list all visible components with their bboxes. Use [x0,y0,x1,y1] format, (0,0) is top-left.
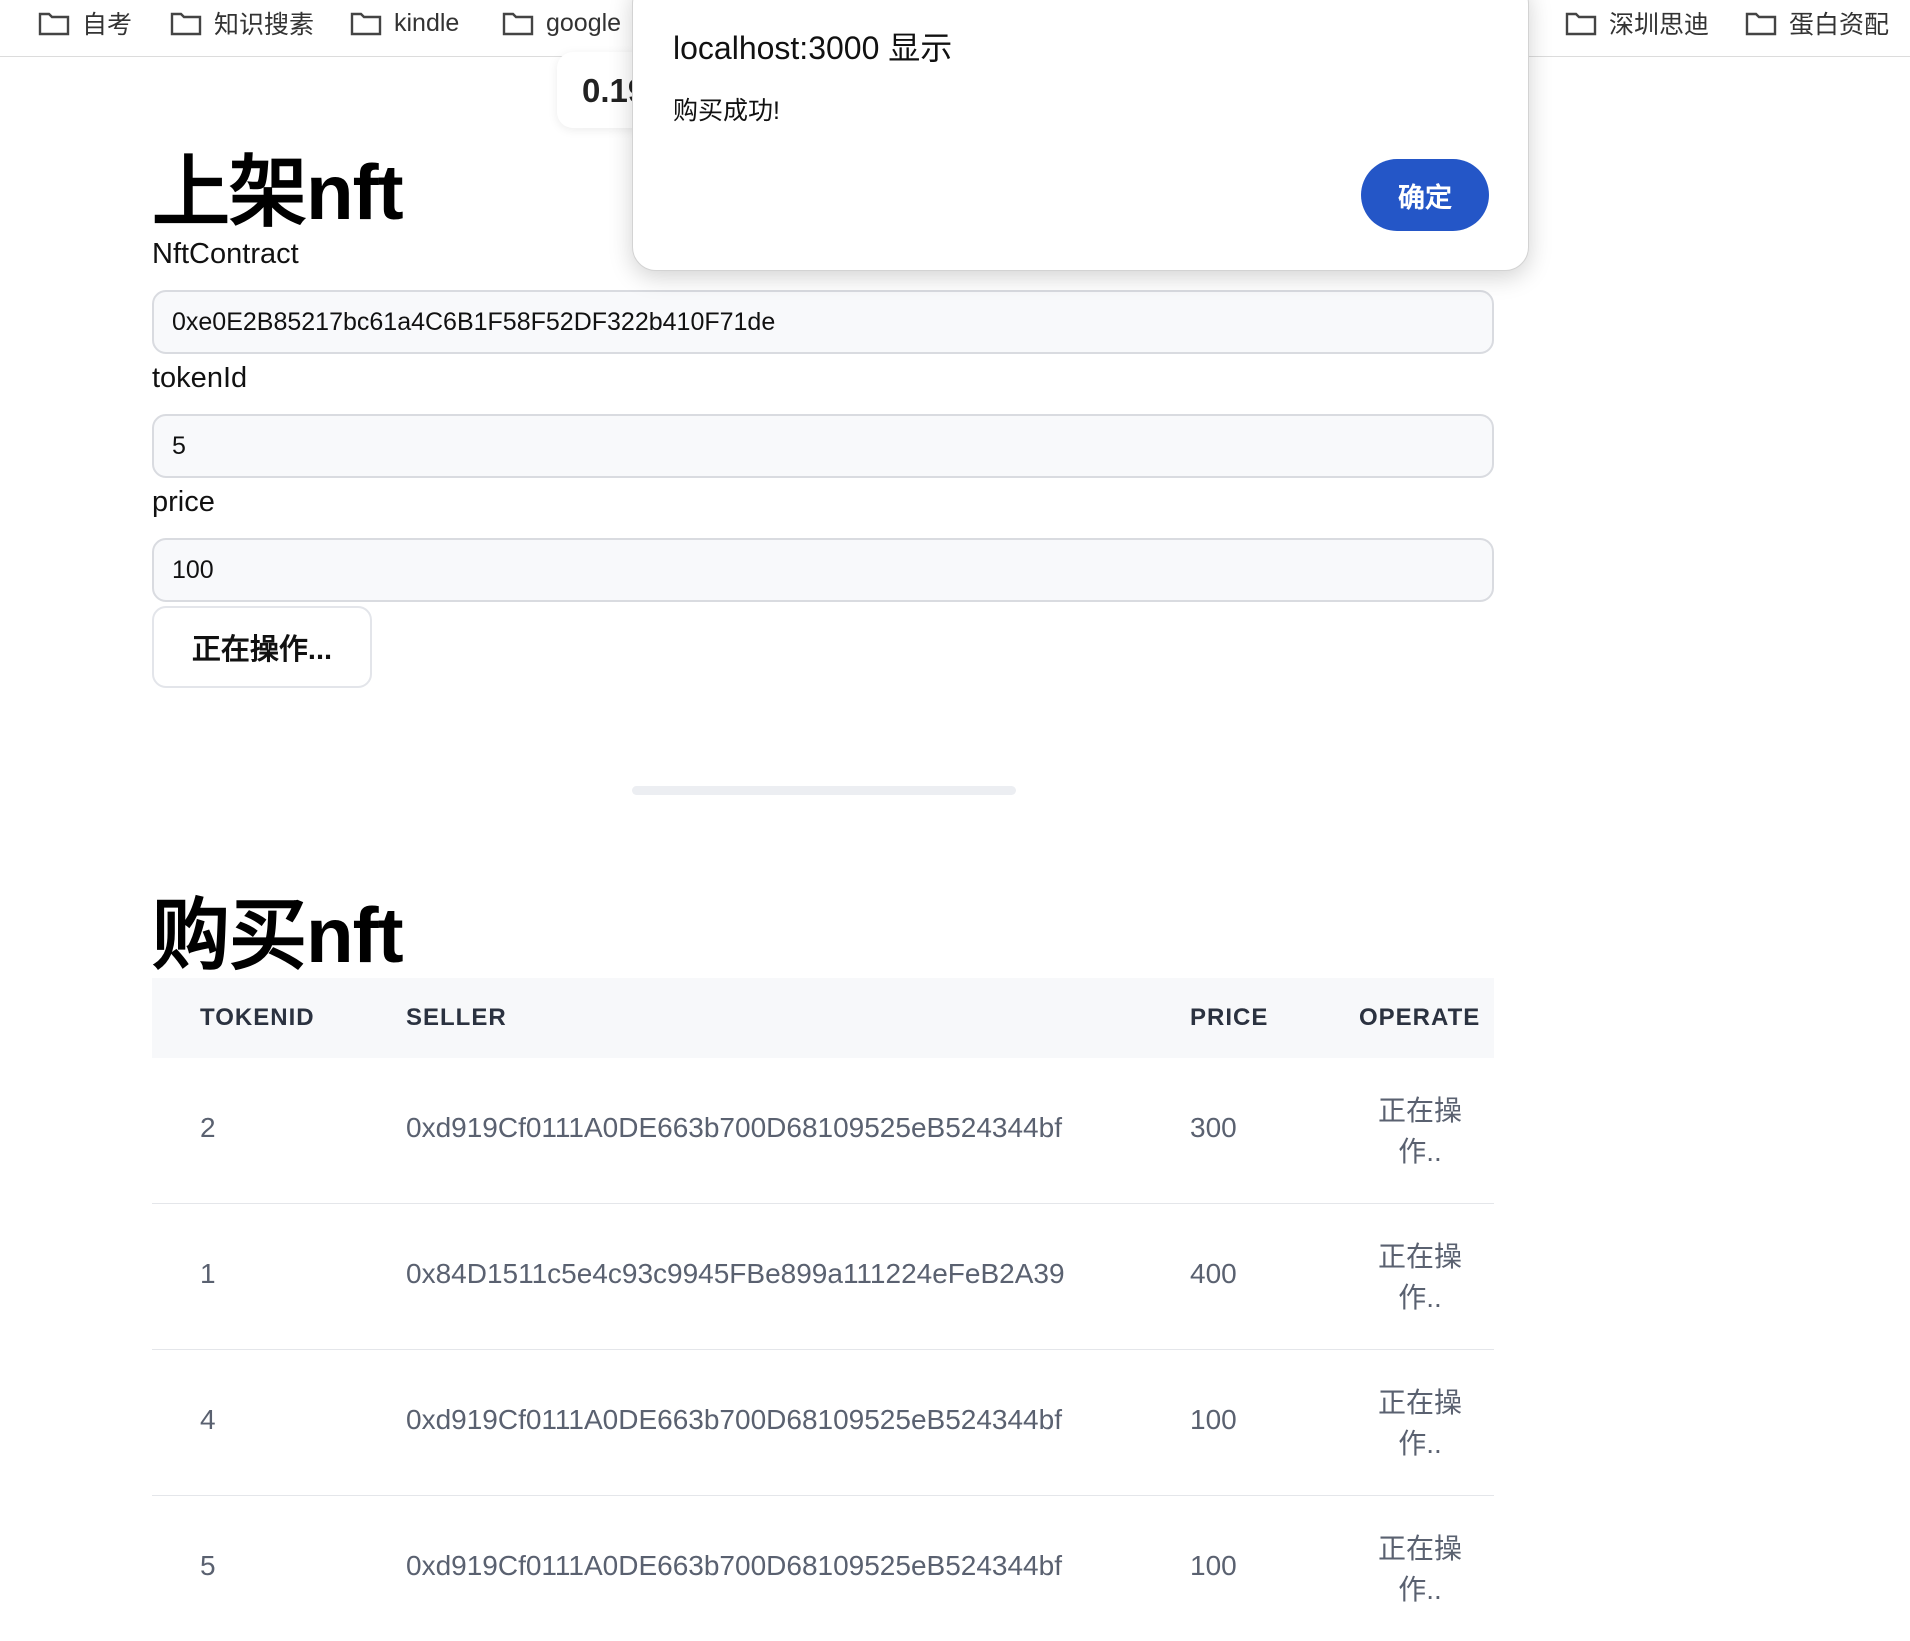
nft-table: TOKENID SELLER PRICE OPERATE 2 0xd919Cf0… [152,978,1494,1641]
dialog-message: 购买成功! [673,97,780,125]
col-header-seller: SELLER [406,1004,507,1031]
table-row: 5 0xd919Cf0111A0DE663b700D68109525eB5243… [152,1496,1494,1641]
bookmark-folder[interactable]: 深圳思迪 [1565,6,1709,40]
section-divider [632,786,1016,795]
cell-seller: 0xd919Cf0111A0DE663b700D68109525eB524344… [406,1404,1062,1435]
list-nft-title: 上架nft [152,148,404,236]
folder-icon [502,12,534,36]
list-submit-button[interactable]: 正在操作... [152,606,372,688]
buy-nft-title: 购买nft [152,891,404,979]
buy-button-label: 作.. [1398,1282,1442,1313]
bookmark-label: 蛋白资配 [1789,11,1890,39]
cell-tokenid: 5 [200,1550,216,1581]
cell-price: 400 [1190,1258,1237,1289]
token-id-label: tokenId [152,362,248,394]
buy-button-label: 正在操 [1377,1241,1462,1272]
buy-button[interactable]: 正在操 作.. [1340,1236,1500,1318]
col-header-price: PRICE [1190,1004,1269,1031]
bookmark-folder[interactable]: kindle [350,6,459,40]
buy-button-label: 正在操 [1377,1387,1462,1418]
cell-seller: 0x84D1511c5e4c93c9945FBe899a111224eFeB2A… [406,1258,1065,1289]
cell-tokenid: 4 [200,1404,216,1435]
buy-button[interactable]: 正在操 作.. [1340,1528,1500,1610]
bookmark-label: 自考 [82,11,133,39]
folder-icon [38,12,70,36]
folder-icon [1565,12,1597,36]
folder-icon [350,12,382,36]
cell-price: 100 [1190,1404,1237,1435]
bookmark-label: google [546,8,622,37]
cell-price: 100 [1190,1550,1237,1581]
folder-icon [170,12,202,36]
bookmark-label: 深圳思迪 [1609,11,1710,39]
buy-button-label: 作.. [1398,1574,1442,1605]
table-row: 2 0xd919Cf0111A0DE663b700D68109525eB5243… [152,1058,1494,1204]
nft-contract-label: NftContract [152,238,299,270]
col-header-tokenid: TOKENID [200,1004,315,1031]
token-id-input[interactable] [152,414,1494,478]
buy-button-label: 作.. [1398,1136,1442,1167]
alert-dialog: localhost:3000 显示 购买成功! 确定 [632,0,1529,271]
nft-contract-input[interactable] [152,290,1494,354]
bookmark-label: 知识搜素 [214,11,315,39]
buy-button[interactable]: 正在操 作.. [1340,1382,1500,1464]
cell-tokenid: 1 [200,1258,216,1289]
buy-button-label: 作.. [1398,1428,1442,1459]
folder-icon [1745,12,1777,36]
cell-tokenid: 2 [200,1112,216,1143]
price-input[interactable] [152,538,1494,602]
bookmark-label: kindle [394,8,460,37]
bookmark-folder[interactable]: 知识搜素 [170,6,314,40]
buy-button-label: 正在操 [1377,1095,1462,1126]
table-header: TOKENID SELLER PRICE OPERATE [152,978,1494,1058]
col-header-operate: OPERATE [1359,1004,1481,1031]
cell-seller: 0xd919Cf0111A0DE663b700D68109525eB524344… [406,1550,1062,1581]
bookmark-folder[interactable]: google [502,6,621,40]
table-row: 1 0x84D1511c5e4c93c9945FBe899a111224eFeB… [152,1204,1494,1350]
bookmark-folder[interactable]: 自考 [38,6,132,40]
dialog-title: localhost:3000 显示 [673,30,953,66]
cell-seller: 0xd919Cf0111A0DE663b700D68109525eB524344… [406,1112,1062,1143]
buy-button[interactable]: 正在操 作.. [1340,1090,1500,1172]
table-row: 4 0xd919Cf0111A0DE663b700D68109525eB5243… [152,1350,1494,1496]
price-label: price [152,486,215,518]
bookmark-folder[interactable]: 蛋白资配 [1745,6,1889,40]
buy-button-label: 正在操 [1377,1533,1462,1564]
cell-price: 300 [1190,1112,1237,1143]
dialog-ok-button[interactable]: 确定 [1361,159,1489,231]
